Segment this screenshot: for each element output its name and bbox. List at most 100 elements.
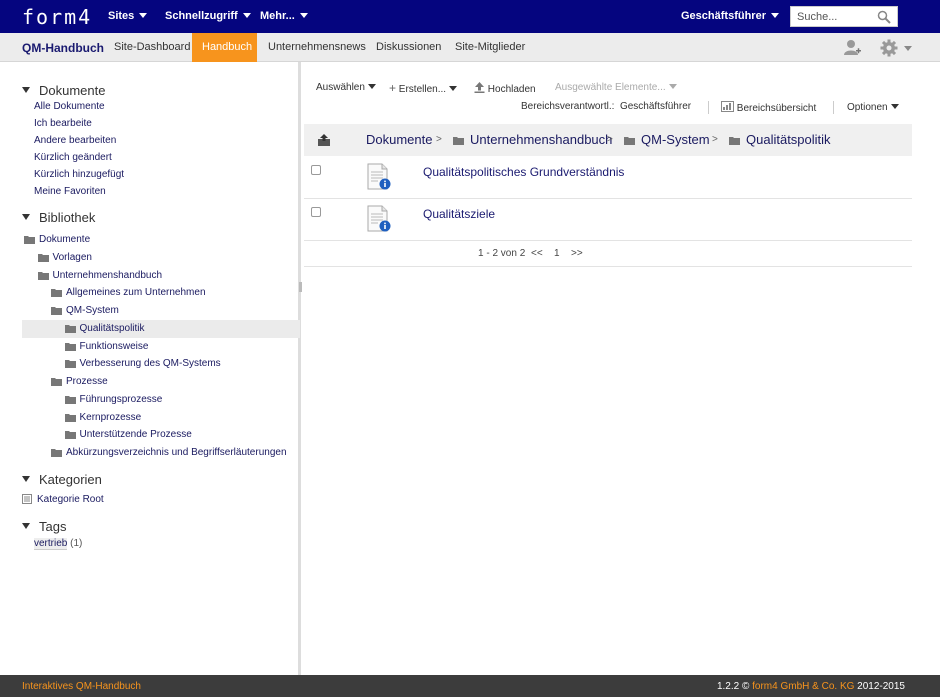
- breadcrumb-item-current[interactable]: Qualitätspolitik: [746, 132, 831, 147]
- link-ich-bearbeite[interactable]: Ich bearbeite: [34, 118, 92, 129]
- document-row: Qualitätsziele: [304, 199, 912, 241]
- left-panel: Dokumente Alle Dokumente Ich bearbeite A…: [0, 62, 301, 675]
- section-bibliothek[interactable]: Bibliothek: [22, 210, 95, 225]
- tab-diskussionen[interactable]: Diskussionen: [366, 33, 451, 62]
- breadcrumb-item[interactable]: Unternehmenshandbuch: [470, 132, 612, 147]
- link-kategorie-root[interactable]: Kategorie Root: [37, 494, 104, 505]
- document-info-icon[interactable]: [366, 205, 392, 233]
- tab-site-dashboard[interactable]: Site-Dashboard: [104, 33, 200, 62]
- tree-item-label: Prozesse: [66, 376, 108, 387]
- user-menu[interactable]: Geschäftsführer: [681, 10, 779, 22]
- link-alle-dokumente[interactable]: Alle Dokumente: [34, 101, 105, 112]
- tree-item[interactable]: QM-System: [22, 302, 300, 320]
- folder-icon: [51, 378, 62, 386]
- tag-count: (1): [70, 538, 83, 549]
- tree-item-label: Funktionsweise: [79, 340, 149, 352]
- pager-page[interactable]: 1: [554, 248, 560, 259]
- site-title[interactable]: QM-Handbuch: [22, 41, 104, 55]
- upload-button[interactable]: Hochladen: [474, 82, 536, 95]
- search-icon[interactable]: [877, 10, 891, 24]
- section-dokumente[interactable]: Dokumente: [22, 83, 105, 98]
- section-tags-label: Tags: [39, 519, 67, 534]
- row-checkbox[interactable]: [311, 165, 321, 175]
- tree-item[interactable]: Funktionsweise: [22, 338, 300, 356]
- nav-mehr-label: Mehr...: [260, 10, 295, 22]
- gear-icon[interactable]: [880, 39, 898, 57]
- tree-item-label: Vorlagen: [52, 251, 92, 263]
- link-kuerzlich-hinzugefuegt[interactable]: Kürzlich hinzugefügt: [34, 169, 124, 180]
- options-button[interactable]: Optionen: [847, 102, 899, 113]
- breadcrumb-item[interactable]: QM-System: [641, 132, 710, 147]
- tree-item-label: Unternehmenshandbuch: [52, 269, 163, 281]
- tree-item-label: Abkürzungsverzeichnis und Begriffserläut…: [66, 447, 287, 458]
- section-dokumente-label: Dokumente: [39, 83, 106, 98]
- tab-site-mitglieder[interactable]: Site-Mitglieder: [445, 33, 535, 62]
- folder-icon: [64, 360, 76, 369]
- tree-item[interactable]: Dokumente: [22, 231, 300, 249]
- nav-mehr[interactable]: Mehr...: [260, 10, 308, 22]
- document-title-link[interactable]: Qualitätsziele: [423, 207, 495, 221]
- document-info-icon[interactable]: [366, 163, 392, 191]
- link-kuerzlich-geaendert[interactable]: Kürzlich geändert: [34, 152, 112, 163]
- tree-item[interactable]: Vorlagen: [22, 249, 300, 267]
- chevron-down-icon[interactable]: [904, 46, 912, 51]
- pager-prev[interactable]: <<: [531, 248, 543, 259]
- tree-item-label: Verbesserung des QM-Systems: [79, 358, 221, 370]
- tree-item[interactable]: Prozesse: [22, 373, 300, 391]
- site-bar: QM-Handbuch Site-Dashboard Handbuch Unte…: [0, 33, 940, 62]
- tree-item-label: Unterstützende Prozesse: [79, 429, 192, 441]
- search-input[interactable]: [791, 7, 871, 26]
- row-checkbox[interactable]: [311, 207, 321, 217]
- tree-item-label: Führungsprozesse: [79, 393, 163, 405]
- select-button[interactable]: Auswählen: [316, 82, 376, 93]
- divider: [708, 101, 709, 114]
- footer: Interaktives QM-Handbuch 1.2.2 © form4 G…: [0, 675, 940, 697]
- tag-label: vertrieb: [34, 538, 68, 550]
- link-andere-bearbeiten[interactable]: Andere bearbeiten: [34, 135, 116, 146]
- panel-splitter[interactable]: [299, 282, 302, 292]
- breadcrumb-item[interactable]: Dokumente: [366, 132, 432, 147]
- tag-item[interactable]: vertrieb (1): [34, 538, 83, 550]
- folder-icon: [453, 137, 464, 145]
- link-meine-favoriten[interactable]: Meine Favoriten: [34, 186, 106, 197]
- section-tags[interactable]: Tags: [22, 519, 66, 534]
- document-title-link[interactable]: Qualitätspolitisches Grundverständnis: [423, 165, 624, 179]
- footer-brand-link[interactable]: form4 GmbH & Co. KG: [752, 681, 854, 692]
- create-button[interactable]: + Erstellen...: [389, 81, 458, 95]
- section-kategorien[interactable]: Kategorien: [22, 472, 102, 487]
- chevron-down-icon: [770, 13, 779, 18]
- options-button-label: Optionen: [847, 102, 888, 113]
- tree-item[interactable]: Abkürzungsverzeichnis und Begriffserläut…: [22, 444, 300, 462]
- nav-schnellzugriff[interactable]: Schnellzugriff: [165, 10, 251, 22]
- selected-items-label: Ausgewählte Elemente...: [555, 82, 666, 93]
- folder-icon: [64, 324, 76, 333]
- breadcrumb-separator: >: [607, 134, 613, 145]
- chevron-down-icon: [668, 84, 677, 89]
- folder-icon: [64, 395, 76, 404]
- folder-icon: [64, 413, 76, 422]
- app-logo[interactable]: form4: [22, 5, 92, 29]
- tree-item[interactable]: Verbesserung des QM-Systems: [22, 355, 300, 373]
- tree-item[interactable]: Führungsprozesse: [22, 391, 300, 409]
- selected-items-button[interactable]: Ausgewählte Elemente...: [555, 82, 677, 93]
- folder-up-icon[interactable]: [318, 134, 330, 146]
- tree-item[interactable]: Qualitätspolitik: [22, 319, 300, 338]
- tree-item[interactable]: Unterstützende Prozesse: [22, 426, 300, 444]
- breadcrumb: Dokumente > Unternehmenshandbuch > QM-Sy…: [304, 124, 912, 156]
- overview-button[interactable]: Bereichsübersicht: [721, 101, 816, 114]
- tab-unternehmensnews[interactable]: Unternehmensnews: [258, 33, 376, 62]
- select-button-label: Auswählen: [316, 82, 365, 93]
- folder-icon: [51, 449, 62, 457]
- pager-next[interactable]: >>: [571, 248, 583, 259]
- folder-icon: [624, 137, 635, 145]
- collapse-triangle-icon: [22, 87, 30, 93]
- tree-item[interactable]: Kernprozesse: [22, 409, 300, 427]
- owner-value: Geschäftsführer: [619, 101, 692, 112]
- add-user-icon[interactable]: [843, 39, 861, 56]
- nav-sites[interactable]: Sites: [108, 10, 148, 22]
- tab-handbuch[interactable]: Handbuch: [192, 33, 257, 62]
- footer-copyright: 1.2.2 © form4 GmbH & Co. KG 2012-2015: [717, 681, 905, 692]
- owner-info: Bereichsverantwortl.: Geschäftsführer: [521, 101, 691, 112]
- tree-item[interactable]: Unternehmenshandbuch: [22, 267, 300, 285]
- tree-item[interactable]: Allgemeines zum Unternehmen: [22, 284, 300, 302]
